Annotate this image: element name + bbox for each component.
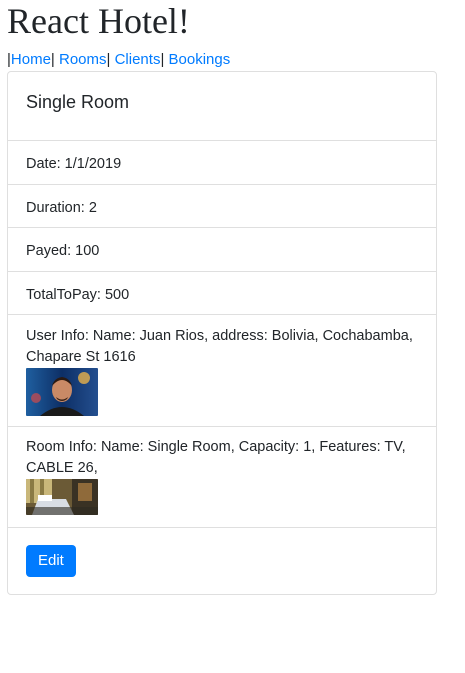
booking-card: Single Room Date: 1/1/2019 Duration: 2 P…	[7, 71, 437, 595]
date-text: Date: 1/1/2019	[26, 156, 122, 172]
nav-separator: |	[106, 51, 111, 68]
payed-text: Payed: 100	[26, 243, 100, 259]
total-text: TotalToPay: 500	[26, 286, 130, 303]
card-header: Single Room	[8, 72, 436, 141]
room-info-text: Room Info: Name: Single Room, Capacity: …	[26, 439, 406, 476]
edit-button[interactable]: Edit	[26, 545, 76, 577]
room-title: Single Room	[26, 92, 130, 112]
duration-row: Duration: 2	[8, 185, 436, 228]
nav-link-clients[interactable]: Clients	[115, 51, 161, 68]
user-info-row: User Info: Name: Juan Rios, address: Bol…	[8, 315, 436, 427]
nav-link-bookings[interactable]: Bookings	[169, 51, 231, 68]
total-row: TotalToPay: 500	[8, 272, 436, 315]
nav-separator: |	[160, 51, 165, 68]
room-photo	[26, 479, 98, 515]
date-row: Date: 1/1/2019	[8, 141, 436, 185]
payed-row: Payed: 100	[8, 228, 436, 272]
room-info-row: Room Info: Name: Single Room, Capacity: …	[8, 427, 436, 528]
app-title: React Hotel!	[7, 1, 190, 41]
nav-separator: |	[50, 51, 55, 68]
nav-link-rooms[interactable]: Rooms	[59, 51, 107, 68]
nav-link-home[interactable]: Home	[11, 51, 51, 68]
actions-row: Edit	[8, 528, 436, 577]
top-nav: |Home| Rooms| Clients| Bookings	[7, 51, 230, 69]
user-photo	[26, 368, 98, 416]
user-info-text: User Info: Name: Juan Rios, address: Bol…	[26, 328, 413, 365]
duration-text: Duration: 2	[26, 199, 97, 216]
